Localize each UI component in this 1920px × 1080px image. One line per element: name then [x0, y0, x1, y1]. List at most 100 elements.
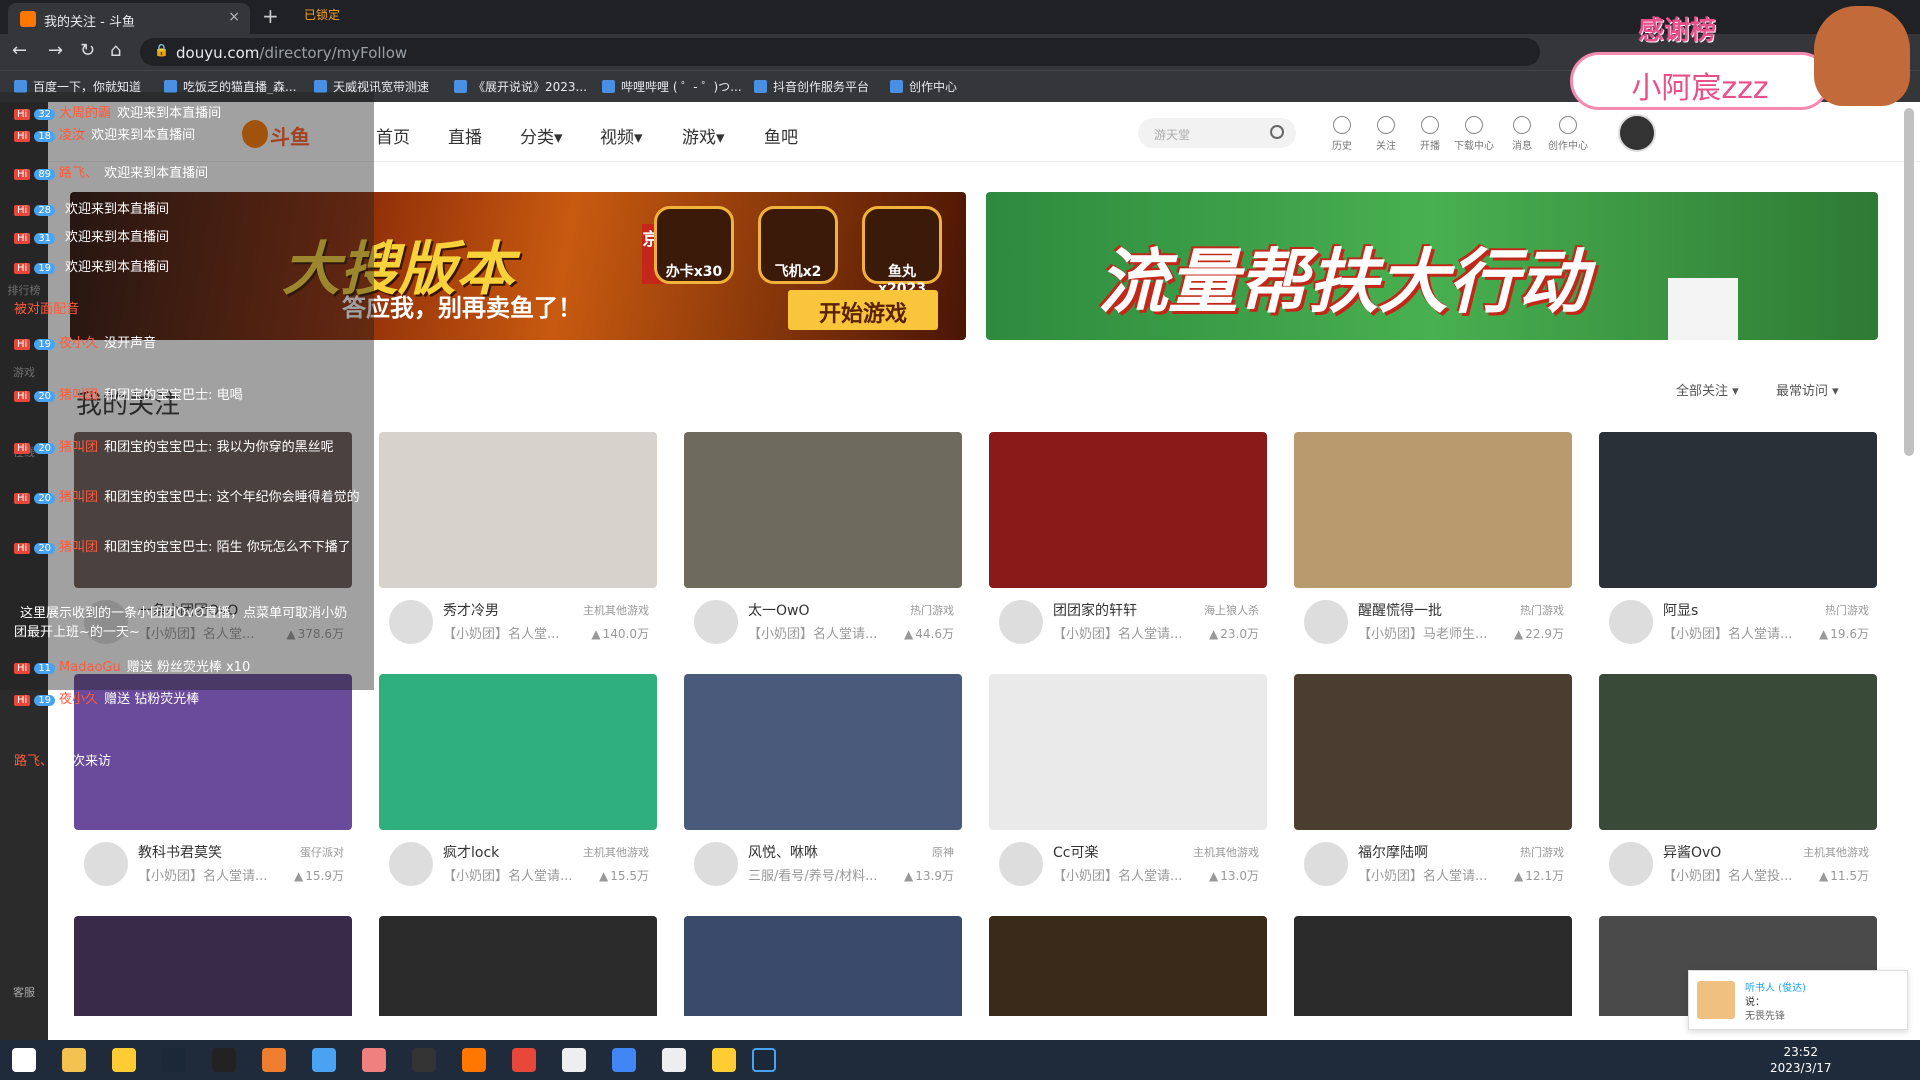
- chrome-icon[interactable]: [612, 1048, 636, 1072]
- search-icon[interactable]: [1270, 125, 1284, 139]
- bookmark-item[interactable]: 哔哩哔哩 ( ゜- ゜)つ...: [602, 78, 742, 95]
- stream-thumbnail[interactable]: [989, 674, 1267, 830]
- messages-button[interactable]: 消息: [1500, 116, 1544, 152]
- stream-thumbnail[interactable]: [989, 916, 1267, 1016]
- steam-icon[interactable]: [162, 1048, 186, 1072]
- home-icon[interactable]: ⌂: [110, 40, 121, 61]
- stream-thumbnail[interactable]: [684, 916, 962, 1016]
- nav-category[interactable]: 分类▾: [520, 123, 563, 148]
- streamer-name[interactable]: 风悦、咻咻: [748, 842, 818, 862]
- streamer-avatar[interactable]: [999, 600, 1043, 644]
- nav-fishbar[interactable]: 鱼吧: [764, 123, 798, 148]
- bookmark-item[interactable]: 创作中心: [890, 78, 957, 95]
- back-icon[interactable]: ←: [12, 40, 27, 61]
- stream-thumbnail[interactable]: [379, 674, 657, 830]
- streamer-avatar[interactable]: [694, 842, 738, 886]
- reload-icon[interactable]: ↻: [80, 40, 95, 61]
- netease-music-icon[interactable]: [512, 1048, 536, 1072]
- stream-thumbnail[interactable]: [74, 916, 352, 1016]
- app-icon[interactable]: [312, 1048, 336, 1072]
- streamer-avatar[interactable]: [694, 600, 738, 644]
- stream-card[interactable]: 教科书君莫笑 蛋仔派对 【小奶团】名人堂请... ▲ 15.9万: [74, 674, 352, 896]
- windows-start-icon[interactable]: [12, 1048, 36, 1072]
- nav-video[interactable]: 视频▾: [600, 123, 643, 148]
- app-icon[interactable]: [712, 1048, 736, 1072]
- stream-thumbnail[interactable]: [379, 432, 657, 588]
- follow-button[interactable]: 关注: [1364, 116, 1408, 152]
- nav-live[interactable]: 直播: [448, 123, 482, 148]
- stream-card[interactable]: ▲: [379, 916, 657, 1016]
- stream-card[interactable]: 团团家的轩轩 海上狼人杀 【小奶团】名人堂请... ▲ 23.0万: [989, 432, 1267, 654]
- stream-card[interactable]: 太一OwO 热门游戏 【小奶团】名人堂请... ▲ 44.6万: [684, 432, 962, 654]
- forward-icon[interactable]: →: [48, 40, 63, 61]
- stream-thumbnail[interactable]: [989, 432, 1267, 588]
- app-icon[interactable]: [362, 1048, 386, 1072]
- stream-card[interactable]: 阿显s 热门游戏 【小奶团】名人堂请... ▲ 19.6万: [1599, 432, 1877, 654]
- streamer-name[interactable]: 团团家的轩轩: [1053, 600, 1137, 620]
- stream-thumbnail[interactable]: [1294, 674, 1572, 830]
- stream-thumbnail[interactable]: [1294, 432, 1572, 588]
- stream-thumbnail[interactable]: [1599, 432, 1877, 588]
- streamer-name[interactable]: 秀才冷男: [443, 600, 499, 620]
- system-clock[interactable]: 23:52 2023/3/17: [1770, 1044, 1832, 1076]
- stream-card[interactable]: Cc可楽 主机其他游戏 【小奶团】名人堂请... ▲ 13.0万: [989, 674, 1267, 896]
- app-icon[interactable]: [462, 1048, 486, 1072]
- page-scrollbar[interactable]: [1904, 108, 1914, 456]
- close-tab-icon[interactable]: ×: [228, 9, 240, 25]
- streamer-name[interactable]: 疯才lock: [443, 842, 499, 862]
- app-icon[interactable]: [662, 1048, 686, 1072]
- streamer-name[interactable]: 太一OwO: [748, 600, 810, 620]
- streamer-avatar[interactable]: [1304, 600, 1348, 644]
- filter-all-follows[interactable]: 全部关注 ▾: [1676, 380, 1739, 399]
- stream-card[interactable]: ▲: [74, 916, 352, 1016]
- filter-sort[interactable]: 最常访问 ▾: [1776, 380, 1839, 399]
- streamer-avatar[interactable]: [1609, 600, 1653, 644]
- new-tab-button[interactable]: +: [262, 4, 279, 28]
- stream-card[interactable]: ▲: [684, 916, 962, 1016]
- start-game-button[interactable]: 开始游戏: [788, 290, 938, 330]
- bookmark-item[interactable]: 抖音创作服务平台: [754, 78, 869, 95]
- streamer-name[interactable]: Cc可楽: [1053, 842, 1098, 862]
- stream-thumbnail[interactable]: [684, 432, 962, 588]
- streamer-name[interactable]: 醒醒慌得一批: [1358, 600, 1442, 620]
- stream-card[interactable]: 疯才lock 主机其他游戏 【小奶团】名人堂请... ▲ 15.5万: [379, 674, 657, 896]
- stream-card[interactable]: 福尔摩陆啊 热门游戏 【小奶团】名人堂请... ▲ 12.1万: [1294, 674, 1572, 896]
- history-button[interactable]: 历史: [1320, 116, 1364, 152]
- streamer-avatar[interactable]: [1304, 842, 1348, 886]
- streamer-avatar[interactable]: [84, 842, 128, 886]
- folder-icon[interactable]: [62, 1048, 86, 1072]
- stream-thumbnail[interactable]: [1294, 916, 1572, 1016]
- steam-active-icon[interactable]: [752, 1048, 776, 1072]
- streamer-name[interactable]: 阿显s: [1663, 600, 1698, 620]
- notification-toast[interactable]: 听书人 (俊达) 说： 无畏先锋: [1688, 970, 1908, 1030]
- bookmark-item[interactable]: 《展开说说》2023...: [454, 78, 587, 95]
- app-icon[interactable]: [112, 1048, 136, 1072]
- user-avatar[interactable]: [1618, 114, 1656, 152]
- streamer-name[interactable]: 教科书君莫笑: [138, 842, 222, 862]
- qq-icon[interactable]: [212, 1048, 236, 1072]
- start-live-button[interactable]: 开播: [1408, 116, 1452, 152]
- search-input[interactable]: 游天堂: [1138, 118, 1296, 148]
- stream-card[interactable]: 秀才冷男 主机其他游戏 【小奶团】名人堂... ▲ 140.0万: [379, 432, 657, 654]
- stream-thumbnail[interactable]: [1599, 674, 1877, 830]
- stream-card[interactable]: ▲: [989, 916, 1267, 1016]
- streamer-avatar[interactable]: [999, 842, 1043, 886]
- streamer-avatar[interactable]: [389, 842, 433, 886]
- nav-home[interactable]: 首页: [376, 123, 410, 148]
- app-icon[interactable]: [562, 1048, 586, 1072]
- tab-douyu[interactable]: 我的关注 - 斗鱼 ×: [8, 3, 250, 34]
- stream-thumbnail[interactable]: [379, 916, 657, 1016]
- app-icon[interactable]: [262, 1048, 286, 1072]
- stream-card[interactable]: 异酱OvO 主机其他游戏 【小奶团】名人堂投... ▲ 11.5万: [1599, 674, 1877, 896]
- streamer-avatar[interactable]: [389, 600, 433, 644]
- nav-games[interactable]: 游戏▾: [682, 123, 725, 148]
- url-field[interactable]: 🔒 douyu.com/directory/myFollow: [140, 38, 1540, 66]
- streamer-name[interactable]: 福尔摩陆啊: [1358, 842, 1428, 862]
- creator-center-button[interactable]: 创作中心: [1546, 116, 1590, 152]
- traffic-banner[interactable]: 流量帮扶大行动: [986, 192, 1878, 340]
- streamer-avatar[interactable]: [1609, 842, 1653, 886]
- stream-card[interactable]: 醒醒慌得一批 热门游戏 【小奶团】马老师生... ▲ 22.9万: [1294, 432, 1572, 654]
- stream-thumbnail[interactable]: [684, 674, 962, 830]
- download-button[interactable]: 下载中心: [1452, 116, 1496, 152]
- stream-card[interactable]: 风悦、咻咻 原神 三服/看号/养号/材料... ▲ 13.9万: [684, 674, 962, 896]
